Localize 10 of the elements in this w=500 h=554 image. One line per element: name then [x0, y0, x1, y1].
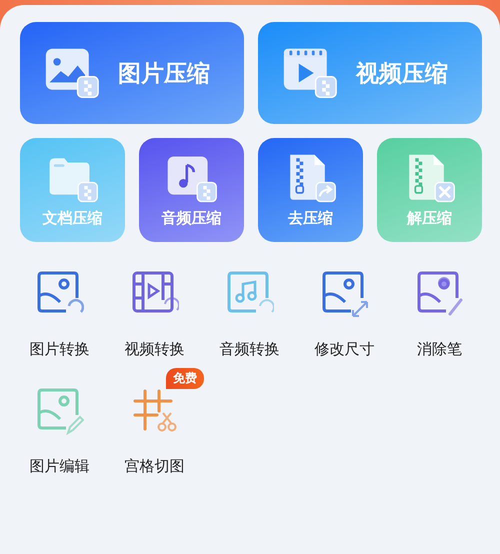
image-edit-icon [36, 387, 84, 435]
free-badge: 免费 [166, 368, 204, 389]
image-resize-icon [320, 270, 368, 318]
tool-button[interactable]: 图片转换 [12, 264, 107, 359]
tool-button[interactable]: 消除笔 [392, 264, 487, 359]
tool-button[interactable]: 修改尺寸 [297, 264, 392, 359]
tool-button[interactable]: 视频转换 [107, 264, 202, 359]
tool-button[interactable]: 图片编辑 [12, 381, 107, 476]
image-brush-icon [416, 270, 464, 318]
tool-button[interactable]: 音频转换 [202, 264, 297, 359]
